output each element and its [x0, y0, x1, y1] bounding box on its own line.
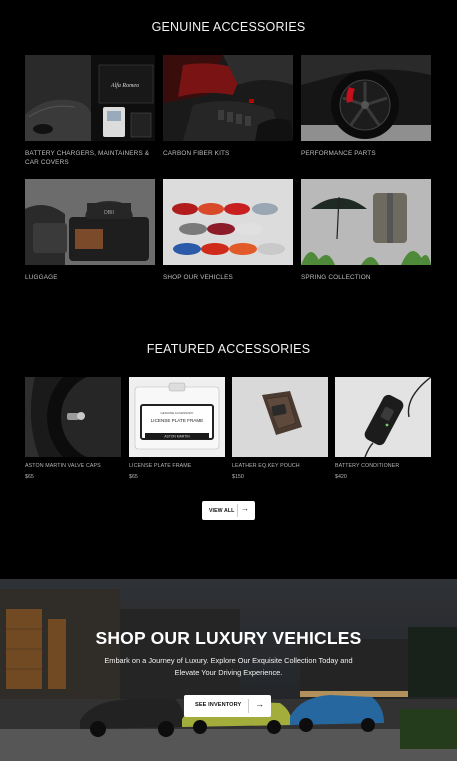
valve-caps-image: [25, 377, 121, 457]
tile-spring-collection[interactable]: [301, 179, 431, 265]
tile-label-shop-vehicles[interactable]: SHOP OUR VEHICLES: [163, 273, 288, 282]
svg-text:DBII: DBII: [104, 210, 114, 216]
tile-carbon-fiber-kits[interactable]: [163, 55, 293, 141]
svg-text:Alfa Romeo: Alfa Romeo: [110, 82, 139, 89]
product-name-battery-conditioner[interactable]: BATTERY CONDITIONER: [335, 463, 399, 469]
view-all-label: VIEW ALL: [209, 507, 235, 514]
tile-battery-chargers[interactable]: Alfa Romeo: [25, 55, 155, 141]
carbon-interior-image: [163, 55, 293, 141]
plate-caption-2: LICENSE PLATE FRAME: [151, 418, 204, 423]
featured-accessories-title: FEATURED ACCESSORIES: [146, 342, 311, 356]
luggage-image: DBII: [25, 179, 155, 265]
car-cover-image: Alfa Romeo: [25, 55, 155, 141]
product-key-pouch[interactable]: [232, 377, 328, 457]
product-valve-caps[interactable]: [25, 377, 121, 457]
tile-label-battery-chargers[interactable]: BATTERY CHARGERS, MAINTAINERS & CAR COVE…: [25, 149, 150, 167]
product-price-license-plate-frame: $65: [129, 474, 138, 480]
product-name-valve-caps[interactable]: ASTON MARTIN VALVE CAPS: [25, 463, 101, 469]
product-name-license-plate-frame[interactable]: LICENSE PLATE FRAME: [129, 463, 191, 469]
hero-title: SHOP OUR LUXURY VEHICLES: [95, 628, 362, 648]
vehicles-lineup-image: [163, 179, 293, 265]
see-inventory-label: SEE INVENTORY: [195, 702, 242, 708]
product-price-battery-conditioner: $420: [335, 474, 347, 480]
arrow-right-icon: →: [241, 504, 249, 513]
plate-brand-text: ASTON MARTIN: [164, 435, 190, 439]
tile-label-luggage[interactable]: LUGGAGE: [25, 273, 150, 282]
plate-caption-1: GENUINE ACCESSORY: [160, 411, 193, 415]
wheel-image: [301, 55, 431, 141]
product-license-plate-frame[interactable]: GENUINE ACCESSORY LICENSE PLATE FRAME AS…: [129, 377, 225, 457]
tile-luggage[interactable]: DBII: [25, 179, 155, 265]
view-all-button[interactable]: VIEW ALL →: [202, 501, 255, 520]
product-battery-conditioner[interactable]: [335, 377, 431, 457]
product-price-valve-caps: $65: [25, 474, 34, 480]
battery-conditioner-image: [335, 377, 431, 457]
arrow-right-icon: →: [255, 699, 264, 709]
key-pouch-image: [232, 377, 328, 457]
button-divider: [248, 699, 249, 713]
tile-label-spring-collection[interactable]: SPRING COLLECTION: [301, 273, 426, 282]
tile-shop-vehicles[interactable]: [163, 179, 293, 265]
see-inventory-button[interactable]: SEE INVENTORY →: [184, 695, 271, 717]
tile-label-carbon-fiber-kits[interactable]: CARBON FIBER KITS: [163, 149, 288, 158]
license-plate-frame-image: GENUINE ACCESSORY LICENSE PLATE FRAME AS…: [129, 377, 225, 457]
product-name-key-pouch[interactable]: LEATHER EQ.KEY POUCH: [232, 463, 300, 469]
product-price-key-pouch: $150: [232, 474, 244, 480]
hero-subtitle: Embark on a Journey of Luxury. Explore O…: [104, 656, 353, 677]
spring-collection-image: [301, 179, 431, 265]
button-divider: [237, 504, 238, 517]
tile-label-performance-parts[interactable]: PERFORMANCE PARTS: [301, 149, 426, 158]
tile-performance-parts[interactable]: [301, 55, 431, 141]
genuine-accessories-title: GENUINE ACCESSORIES: [151, 20, 306, 34]
